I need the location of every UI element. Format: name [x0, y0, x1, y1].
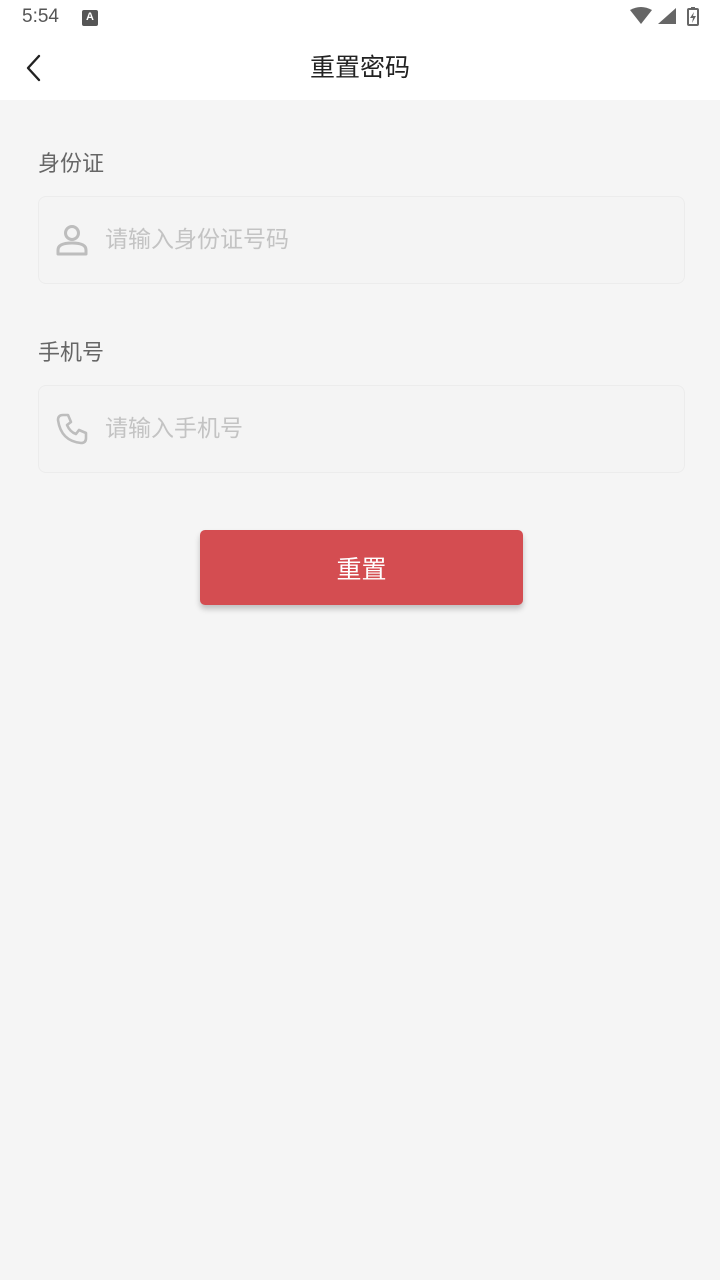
phone-label: 手机号 [38, 341, 105, 366]
id-card-label: 身份证 [38, 152, 105, 177]
a-icon: A [82, 10, 98, 26]
page-title: 重置密码 [309, 53, 410, 82]
phone-input[interactable] [105, 386, 665, 472]
id-card-field[interactable] [38, 196, 685, 284]
nav-bar: 重置密码 [0, 36, 720, 100]
status-icons [630, 6, 702, 30]
phone-field[interactable] [38, 385, 685, 473]
status-bar: 5:54 A [0, 0, 720, 36]
person-icon [56, 225, 88, 256]
status-time: 5:54 [22, 6, 59, 27]
id-card-input[interactable] [105, 197, 665, 283]
wifi-icon [630, 7, 652, 24]
reset-button[interactable]: 重置 [200, 530, 523, 605]
chevron-left-icon [26, 54, 41, 82]
back-button[interactable] [14, 48, 54, 88]
phone-icon [56, 413, 88, 445]
cellular-signal-icon [658, 8, 676, 24]
battery-charging-icon [687, 7, 699, 26]
